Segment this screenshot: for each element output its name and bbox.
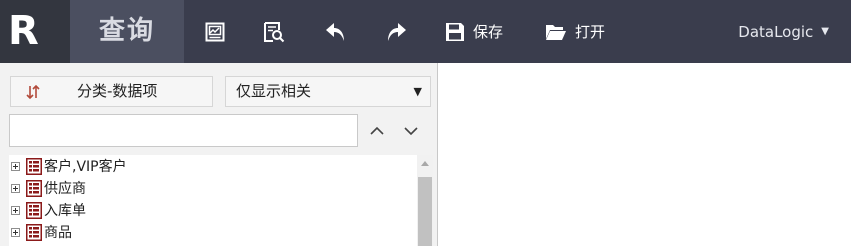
table-icon — [26, 179, 42, 197]
user-menu[interactable]: DataLogic ▼ — [738, 0, 829, 63]
filter-selected-value: 仅显示相关 — [236, 82, 312, 100]
table-icon — [26, 157, 42, 175]
preview-button[interactable] — [263, 0, 285, 63]
sort-button-label: 分类-数据项 — [77, 82, 158, 100]
tree-scrollbar[interactable] — [417, 155, 433, 246]
table-icon — [26, 223, 42, 241]
expand-icon[interactable] — [11, 205, 20, 215]
field-panel: 分类-数据项 仅显示相关 ▼ 客户,VIP客户 供应商 入库单 商品 — [0, 63, 438, 246]
save-button[interactable]: 保存 — [445, 0, 503, 63]
expand-icon[interactable] — [11, 183, 20, 193]
undo-icon — [326, 22, 344, 41]
redo-icon — [388, 22, 406, 41]
tree-item[interactable]: 商品 — [9, 221, 72, 243]
chevron-down-icon: ▼ — [413, 85, 422, 98]
logo-letter: R — [8, 8, 39, 54]
data-tree: 客户,VIP客户 供应商 入库单 商品 — [9, 155, 433, 246]
tree-item[interactable]: 入库单 — [9, 199, 86, 221]
app-logo: R — [0, 0, 70, 63]
expand-icon[interactable] — [11, 227, 20, 237]
next-match-button[interactable] — [394, 114, 428, 147]
folder-open-icon — [546, 24, 566, 40]
previous-match-button[interactable] — [360, 114, 394, 147]
chart-icon — [205, 22, 225, 41]
tree-item[interactable]: 供应商 — [9, 177, 86, 199]
open-label: 打开 — [575, 23, 606, 41]
module-title: 查询 — [70, 0, 184, 63]
chevron-up-icon — [370, 126, 384, 135]
user-name: DataLogic — [738, 22, 814, 41]
filter-select[interactable]: 仅显示相关 ▼ — [225, 76, 431, 107]
sort-toggle-button[interactable]: 分类-数据项 — [10, 76, 213, 107]
save-icon — [446, 22, 464, 41]
scroll-up-arrow-icon[interactable] — [421, 161, 429, 166]
redo-button[interactable] — [385, 0, 407, 63]
sort-icon — [26, 84, 40, 100]
search-input[interactable] — [9, 114, 358, 147]
open-button[interactable]: 打开 — [545, 0, 605, 63]
tree-item-label: 入库单 — [44, 203, 86, 219]
save-label: 保存 — [473, 23, 504, 41]
scroll-thumb[interactable] — [418, 177, 432, 246]
expand-icon[interactable] — [11, 161, 20, 171]
top-toolbar: R 查询 保存 打开 DataLogic ▼ — [0, 0, 851, 63]
undo-button[interactable] — [325, 0, 347, 63]
table-icon — [26, 201, 42, 219]
tree-item[interactable]: 客户,VIP客户 — [9, 155, 127, 177]
search-document-icon — [264, 21, 285, 42]
chevron-down-icon: ▼ — [821, 26, 829, 37]
tree-item-label: 供应商 — [44, 181, 86, 197]
chevron-down-icon — [404, 126, 418, 135]
tree-item-label: 客户,VIP客户 — [44, 159, 127, 175]
tree-item-label: 商品 — [44, 225, 72, 241]
chart-button[interactable] — [205, 0, 225, 63]
